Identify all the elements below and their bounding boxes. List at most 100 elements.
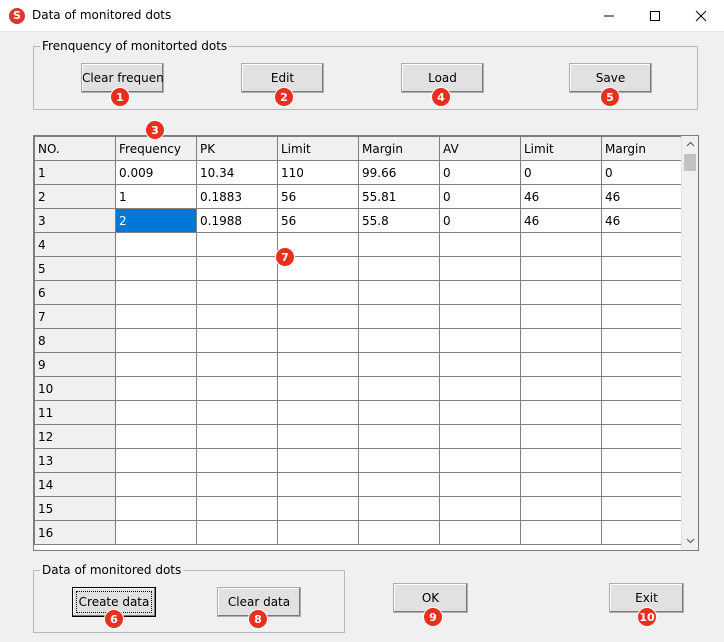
- table-cell[interactable]: [196, 352, 278, 377]
- table-cell[interactable]: [439, 256, 521, 281]
- vertical-scrollbar[interactable]: [681, 136, 698, 550]
- minimize-button[interactable]: [586, 0, 632, 31]
- column-header[interactable]: Limit: [277, 136, 359, 161]
- table-cell[interactable]: [277, 280, 359, 305]
- table-cell[interactable]: [601, 232, 684, 257]
- table-cell[interactable]: [601, 256, 684, 281]
- table-cell[interactable]: [358, 520, 440, 545]
- table-cell[interactable]: [196, 280, 278, 305]
- column-header[interactable]: AV: [439, 136, 521, 161]
- table-cell[interactable]: 0.1988: [196, 208, 278, 233]
- row-header-cell[interactable]: 12: [34, 424, 116, 449]
- table-cell[interactable]: [277, 400, 359, 425]
- table-cell[interactable]: [439, 400, 521, 425]
- table-cell[interactable]: 56: [277, 208, 359, 233]
- table-cell[interactable]: [196, 400, 278, 425]
- table-cell[interactable]: [115, 304, 197, 329]
- row-header-cell[interactable]: 14: [34, 472, 116, 497]
- table-cell[interactable]: [196, 448, 278, 473]
- table-cell[interactable]: 0: [601, 160, 684, 185]
- column-header[interactable]: Limit: [520, 136, 602, 161]
- table-cell[interactable]: 46: [520, 208, 602, 233]
- table-cell[interactable]: 2: [115, 208, 197, 233]
- table-cell[interactable]: [358, 352, 440, 377]
- row-header-cell[interactable]: 15: [34, 496, 116, 521]
- table-cell[interactable]: [601, 520, 684, 545]
- table-cell[interactable]: [601, 304, 684, 329]
- maximize-button[interactable]: [632, 0, 678, 31]
- table-cell[interactable]: [439, 376, 521, 401]
- table-cell[interactable]: [439, 472, 521, 497]
- table-cell[interactable]: [520, 400, 602, 425]
- table-cell[interactable]: [358, 376, 440, 401]
- table-cell[interactable]: [601, 400, 684, 425]
- table-cell[interactable]: [520, 376, 602, 401]
- table-cell[interactable]: 0.1883: [196, 184, 278, 209]
- table-cell[interactable]: [115, 232, 197, 257]
- table-cell[interactable]: [358, 424, 440, 449]
- table-cell[interactable]: [115, 424, 197, 449]
- column-header[interactable]: PK: [196, 136, 278, 161]
- table-cell[interactable]: [601, 376, 684, 401]
- table-cell[interactable]: 56: [277, 184, 359, 209]
- row-header-cell[interactable]: 6: [34, 280, 116, 305]
- table-cell[interactable]: [520, 304, 602, 329]
- row-header-cell[interactable]: 16: [34, 520, 116, 545]
- table-cell[interactable]: [439, 304, 521, 329]
- table-cell[interactable]: 110: [277, 160, 359, 185]
- table-cell[interactable]: 0: [439, 184, 521, 209]
- table-cell[interactable]: [601, 280, 684, 305]
- table-cell[interactable]: [115, 496, 197, 521]
- table-cell[interactable]: [439, 424, 521, 449]
- table-cell[interactable]: [115, 280, 197, 305]
- table-cell[interactable]: 0: [439, 160, 521, 185]
- table-cell[interactable]: [439, 496, 521, 521]
- row-header-cell[interactable]: 11: [34, 400, 116, 425]
- column-header[interactable]: Margin: [601, 136, 684, 161]
- table-cell[interactable]: [520, 256, 602, 281]
- table-cell[interactable]: [601, 472, 684, 497]
- row-header-cell[interactable]: 5: [34, 256, 116, 281]
- table-cell[interactable]: [277, 304, 359, 329]
- table-cell[interactable]: [358, 400, 440, 425]
- table-cell[interactable]: [520, 496, 602, 521]
- table-cell[interactable]: [277, 448, 359, 473]
- table-cell[interactable]: [277, 424, 359, 449]
- table-cell[interactable]: [439, 328, 521, 353]
- table-cell[interactable]: 10.34: [196, 160, 278, 185]
- table-cell[interactable]: [601, 352, 684, 377]
- table-cell[interactable]: 99.66: [358, 160, 440, 185]
- table-cell[interactable]: [277, 496, 359, 521]
- table-cell[interactable]: 0: [439, 208, 521, 233]
- table-cell[interactable]: [358, 496, 440, 521]
- table-cell[interactable]: [520, 424, 602, 449]
- row-header-cell[interactable]: 4: [34, 232, 116, 257]
- table-cell[interactable]: [601, 328, 684, 353]
- table-cell[interactable]: [358, 232, 440, 257]
- table-cell[interactable]: [520, 472, 602, 497]
- scroll-down-icon[interactable]: [686, 536, 695, 545]
- table-cell[interactable]: [277, 472, 359, 497]
- table-cell[interactable]: [196, 256, 278, 281]
- scrollbar-thumb[interactable]: [684, 154, 696, 171]
- table-cell[interactable]: [439, 352, 521, 377]
- table-cell[interactable]: [520, 232, 602, 257]
- table-cell[interactable]: [196, 328, 278, 353]
- table-cell[interactable]: 55.8: [358, 208, 440, 233]
- table-cell[interactable]: [196, 424, 278, 449]
- table-cell[interactable]: [358, 328, 440, 353]
- table-cell[interactable]: [115, 448, 197, 473]
- table-cell[interactable]: [115, 472, 197, 497]
- table-cell[interactable]: [196, 304, 278, 329]
- table-cell[interactable]: [601, 448, 684, 473]
- column-header[interactable]: Margin: [358, 136, 440, 161]
- row-header-cell[interactable]: 7: [34, 304, 116, 329]
- table-cell[interactable]: [520, 352, 602, 377]
- table-cell[interactable]: 0: [520, 160, 602, 185]
- scroll-up-icon[interactable]: [686, 140, 695, 149]
- table-cell[interactable]: [277, 520, 359, 545]
- row-header-cell[interactable]: 10: [34, 376, 116, 401]
- row-header-cell[interactable]: 3: [34, 208, 116, 233]
- table-cell[interactable]: [358, 280, 440, 305]
- table-cell[interactable]: [439, 280, 521, 305]
